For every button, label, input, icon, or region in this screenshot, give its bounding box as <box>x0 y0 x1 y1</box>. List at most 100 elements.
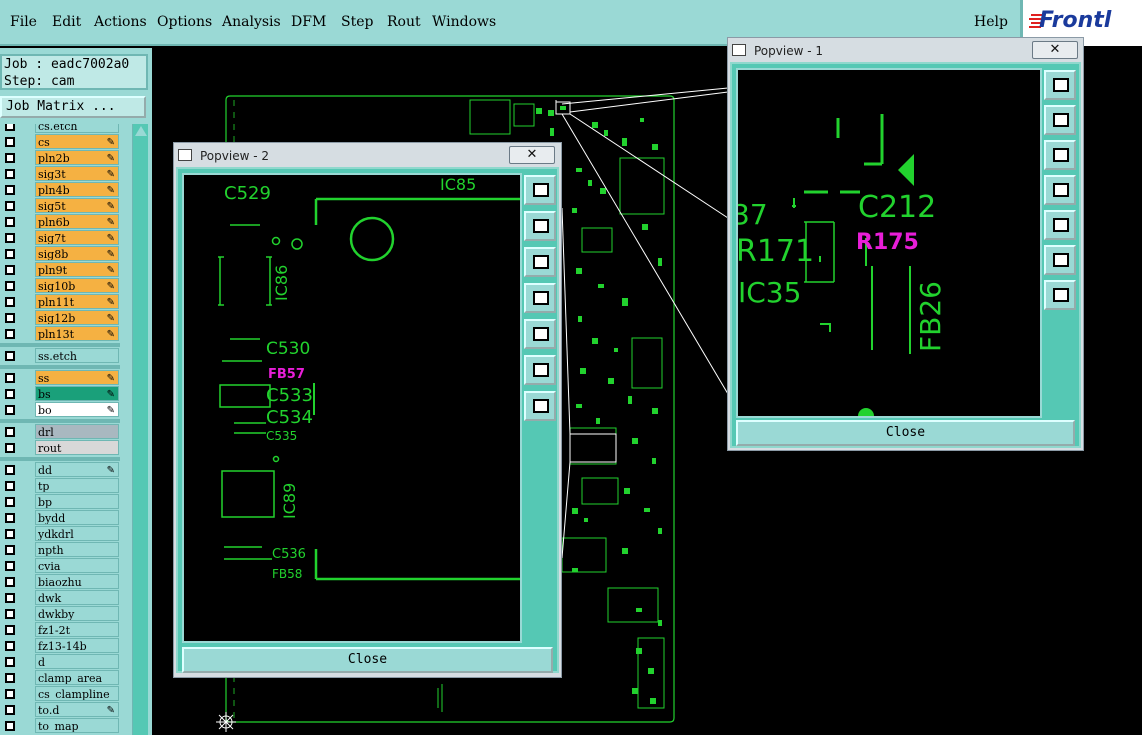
layer-checkbox[interactable] <box>5 641 15 651</box>
layer-name[interactable]: drl <box>35 424 119 439</box>
layer-name[interactable]: sig5t ✎ <box>35 198 119 213</box>
layer-name[interactable]: ss.etch <box>35 348 119 363</box>
layer-checkbox[interactable] <box>5 689 15 699</box>
layer-checkbox[interactable] <box>5 657 15 667</box>
layer-checkbox[interactable] <box>5 705 15 715</box>
layer-name[interactable]: pln2b ✎ <box>35 150 119 165</box>
layer-row[interactable]: fz1-2t <box>0 622 120 638</box>
layer-name[interactable]: pln4b ✎ <box>35 182 119 197</box>
layer-row[interactable]: rout <box>0 440 120 456</box>
popview-1-close-button[interactable]: Close <box>736 420 1075 446</box>
layer-checkbox[interactable] <box>5 313 15 323</box>
layer-checkbox[interactable] <box>5 497 15 507</box>
layer-name[interactable]: sig8b ✎ <box>35 246 119 261</box>
layer-checkbox[interactable] <box>5 481 15 491</box>
popview-2-close-button[interactable]: Close <box>182 647 553 673</box>
layer-checkbox[interactable] <box>5 545 15 555</box>
layer-checkbox[interactable] <box>5 233 15 243</box>
layer-name[interactable]: pln13t ✎ <box>35 326 119 341</box>
zoom-out-icon[interactable] <box>524 355 556 385</box>
close-icon[interactable]: ✕ <box>1032 41 1078 59</box>
layer-name[interactable]: dwkby <box>35 606 119 621</box>
layer-name[interactable]: fz1-2t <box>35 622 119 637</box>
layer-checkbox[interactable] <box>5 201 15 211</box>
layer-row[interactable]: cs ✎ <box>0 134 120 150</box>
popview-2-view[interactable]: C529 IC85 IC86 C530 FB57 C533 C534 C535 … <box>182 173 522 643</box>
layer-row[interactable]: ss.etch <box>0 348 120 364</box>
layer-row[interactable]: drl <box>0 424 120 440</box>
layer-name[interactable]: sig10b ✎ <box>35 278 119 293</box>
popview-1-view[interactable]: 37 C212 R171 R175 IC35 FB26 <box>736 68 1042 418</box>
layer-checkbox[interactable] <box>5 137 15 147</box>
layer-name[interactable]: ydkdrl <box>35 526 119 541</box>
layer-checkbox[interactable] <box>5 577 15 587</box>
layer-row[interactable]: bp <box>0 494 120 510</box>
layer-checkbox[interactable] <box>5 625 15 635</box>
layer-name[interactable]: tp <box>35 478 119 493</box>
layer-row[interactable]: pln13t ✎ <box>0 326 120 342</box>
layer-row[interactable]: pln11t ✎ <box>0 294 120 310</box>
layer-name[interactable]: cs.etch <box>35 124 119 133</box>
layer-checkbox[interactable] <box>5 721 15 731</box>
layer-checkbox[interactable] <box>5 513 15 523</box>
layer-name[interactable]: bp <box>35 494 119 509</box>
fit-icon[interactable] <box>1044 280 1076 310</box>
pan-right-icon[interactable] <box>524 319 556 349</box>
pan-left-icon[interactable] <box>524 283 556 313</box>
zoom-out-icon[interactable] <box>1044 245 1076 275</box>
layer-checkbox[interactable] <box>5 153 15 163</box>
layer-checkbox[interactable] <box>5 465 15 475</box>
layer-row[interactable]: cs_clampline <box>0 686 120 702</box>
menu-windows[interactable]: Windows <box>432 14 496 30</box>
pan-down-icon[interactable] <box>524 247 556 277</box>
layer-name[interactable]: bo ✎ <box>35 402 119 417</box>
layer-row[interactable]: bydd <box>0 510 120 526</box>
layer-name[interactable]: sig7t ✎ <box>35 230 119 245</box>
job-matrix-button[interactable]: Job Matrix ... <box>0 96 146 118</box>
popview-1-window[interactable]: Popview - 1 ✕ 7 C212 R171 R175 IC35 FB26… <box>727 37 1084 451</box>
layer-checkbox[interactable] <box>5 529 15 539</box>
layer-row[interactable]: pln6b ✎ <box>0 214 120 230</box>
layer-row[interactable]: dd ✎ <box>0 462 120 478</box>
layer-checkbox[interactable] <box>5 297 15 307</box>
menu-edit[interactable]: Edit <box>52 14 81 30</box>
layer-row[interactable]: dwk <box>0 590 120 606</box>
layer-checkbox[interactable] <box>5 373 15 383</box>
layer-row[interactable]: sig12b ✎ <box>0 310 120 326</box>
pan-right-icon[interactable] <box>1044 210 1076 240</box>
menu-options[interactable]: Options <box>157 14 212 30</box>
menu-dfm[interactable]: DFM <box>291 14 326 30</box>
layer-checkbox[interactable] <box>5 389 15 399</box>
layer-checkbox[interactable] <box>5 329 15 339</box>
layer-row[interactable]: fz13-14b <box>0 638 120 654</box>
layer-name[interactable]: dwk <box>35 590 119 605</box>
layer-name[interactable]: bs ✎ <box>35 386 119 401</box>
layer-checkbox[interactable] <box>5 281 15 291</box>
layer-row[interactable]: d <box>0 654 120 670</box>
layer-checkbox[interactable] <box>5 443 15 453</box>
layer-checkbox[interactable] <box>5 124 15 131</box>
layer-checkbox[interactable] <box>5 185 15 195</box>
layer-row[interactable]: to.d ✎ <box>0 702 120 718</box>
menu-step[interactable]: Step <box>341 14 373 30</box>
layer-checkbox[interactable] <box>5 427 15 437</box>
menu-rout[interactable]: Rout <box>387 14 421 30</box>
pan-left-icon[interactable] <box>1044 175 1076 205</box>
layer-row[interactable]: pln4b ✎ <box>0 182 120 198</box>
layer-name[interactable]: npth <box>35 542 119 557</box>
layer-name[interactable]: fz13-14b <box>35 638 119 653</box>
menu-help[interactable]: Help <box>974 14 1008 30</box>
layer-name[interactable]: ss ✎ <box>35 370 119 385</box>
scroll-up-icon[interactable] <box>135 126 147 136</box>
layer-row[interactable]: pln2b ✎ <box>0 150 120 166</box>
close-icon[interactable]: ✕ <box>509 146 555 164</box>
layer-row[interactable]: sig3t ✎ <box>0 166 120 182</box>
layer-name[interactable]: cvia <box>35 558 119 573</box>
pan-up-icon[interactable] <box>524 211 556 241</box>
layer-name[interactable]: cs_clampline <box>35 686 119 701</box>
layer-name[interactable]: cs ✎ <box>35 134 119 149</box>
layer-row[interactable]: clamp_area <box>0 670 120 686</box>
layer-row[interactable]: ss ✎ <box>0 370 120 386</box>
layer-row[interactable]: ydkdrl <box>0 526 120 542</box>
menu-file[interactable]: File <box>10 14 37 30</box>
